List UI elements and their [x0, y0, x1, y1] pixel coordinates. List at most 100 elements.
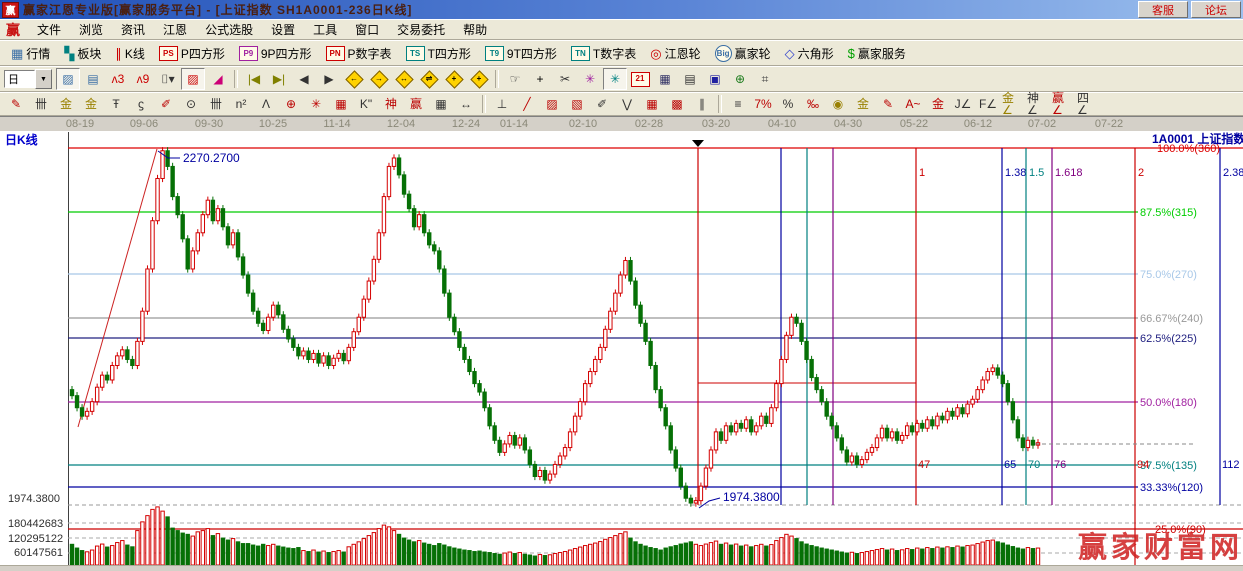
pen2-tool[interactable]: ✐: [154, 93, 178, 115]
info-button[interactable]: ▤: [81, 68, 105, 90]
pct-tool[interactable]: %: [776, 93, 800, 115]
web-grid-tool[interactable]: ▦: [329, 93, 353, 115]
winner-service-button[interactable]: $赢家服务: [843, 44, 911, 63]
menu-item-1[interactable]: 浏览: [70, 20, 112, 39]
menu-item-4[interactable]: 公式选股: [196, 20, 262, 39]
gann-wheel-button[interactable]: ◎江恩轮: [645, 44, 705, 63]
pen-box-tool[interactable]: ▨: [540, 93, 564, 115]
shrink-h-button[interactable]: ⇌: [417, 68, 441, 90]
wave-a-tool[interactable]: A~: [901, 93, 925, 115]
gold-red-tool[interactable]: 金: [926, 93, 950, 115]
cut-tool-button[interactable]: ✂: [553, 68, 577, 90]
p-table-button[interactable]: PNP数字表: [321, 44, 397, 63]
prev-button[interactable]: ◀: [292, 68, 316, 90]
expand-h-button[interactable]: ↔: [392, 68, 416, 90]
gold-circle-tool[interactable]: ◉: [826, 93, 850, 115]
menu-item-5[interactable]: 设置: [262, 20, 304, 39]
p-square-button[interactable]: PSP四方形: [154, 44, 230, 63]
star-web-tool[interactable]: ✳: [304, 93, 328, 115]
kline-button[interactable]: ∥K线: [110, 44, 150, 63]
spiral-tool[interactable]: ϛ: [129, 93, 153, 115]
kline-chart-svg[interactable]: 100.0%(360)87.5%(315)75.0%(270)66.67%(24…: [0, 132, 1243, 565]
menu-item-8[interactable]: 交易委托: [388, 20, 454, 39]
quotes-button[interactable]: ▦行情: [6, 44, 55, 63]
save-button[interactable]: ▣: [703, 68, 727, 90]
shen-tool[interactable]: 神: [379, 93, 403, 115]
four-angle-tool[interactable]: 四∠: [1076, 93, 1100, 115]
t-square-button[interactable]: TST四方形: [401, 44, 476, 63]
hand-tool-button[interactable]: ☞: [503, 68, 527, 90]
red-grid2-tool[interactable]: ▩: [665, 93, 689, 115]
plumb-tool[interactable]: ⊥: [490, 93, 514, 115]
color-chart-button[interactable]: ◢: [206, 68, 230, 90]
gold-section2-tool[interactable]: 金: [79, 93, 103, 115]
f-ruler-tool[interactable]: Ŧ: [104, 93, 128, 115]
f-angle-tool[interactable]: F∠: [976, 93, 1000, 115]
gann-clock-tool[interactable]: ⊙: [179, 93, 203, 115]
period-combo[interactable]: 日▼: [4, 69, 52, 89]
chart-window-button[interactable]: ▨: [56, 68, 80, 90]
circle-cross-tool[interactable]: ⊕: [279, 93, 303, 115]
9t-square-button[interactable]: T99T四方形: [480, 44, 562, 63]
crosshair-button[interactable]: +: [528, 68, 552, 90]
notes-button[interactable]: ▤: [678, 68, 702, 90]
k-mark-tool[interactable]: K": [354, 93, 378, 115]
comb2-tool[interactable]: 卌: [204, 93, 228, 115]
analysis-purple-button[interactable]: ✳: [578, 68, 602, 90]
j-angle-tool[interactable]: J∠: [951, 93, 975, 115]
9p-square-button[interactable]: P99P四方形: [234, 44, 317, 63]
pen-candle-tool[interactable]: ✎: [876, 93, 900, 115]
e-ruler-tool[interactable]: ≡: [726, 93, 750, 115]
customer-service-button[interactable]: 客服: [1138, 1, 1188, 18]
shrink-v-button[interactable]: +: [467, 68, 491, 90]
ruler-comb-tool[interactable]: 卌: [29, 93, 53, 115]
menu-item-6[interactable]: 工具: [304, 20, 346, 39]
menu-item-2[interactable]: 资讯: [112, 20, 154, 39]
calculator-button[interactable]: ▦: [653, 68, 677, 90]
last-page-button[interactable]: ▶|: [267, 68, 291, 90]
analysis-teal-button[interactable]: ✳: [603, 68, 627, 90]
gann-pen-tool[interactable]: ✎: [4, 93, 28, 115]
period-combo-arrow-icon[interactable]: ▼: [35, 69, 52, 89]
ying-angle-tool[interactable]: 赢∠: [1051, 93, 1075, 115]
network-button[interactable]: ⊕: [728, 68, 752, 90]
pencil-angle-tool[interactable]: ✐: [590, 93, 614, 115]
shen-angle-tool[interactable]: 神∠: [1026, 93, 1050, 115]
pattern-button[interactable]: ▨: [181, 68, 205, 90]
sectors-button[interactable]: ▚板块: [59, 44, 106, 63]
rays-tool[interactable]: ╱: [515, 93, 539, 115]
menu-item-3[interactable]: 江恩: [154, 20, 196, 39]
ying-tool[interactable]: 赢: [404, 93, 428, 115]
menu-item-0[interactable]: 文件: [28, 20, 70, 39]
menu-item-7[interactable]: 窗口: [346, 20, 388, 39]
candle-style-combo[interactable]: ⌷▾: [156, 68, 180, 90]
title-bar[interactable]: 赢 赢家江恩专业版[赢家服务平台] - [上证指数 SH1A0001-236日K…: [0, 0, 1243, 19]
winner-wheel-button[interactable]: Big赢家轮: [710, 44, 776, 63]
gold-section-tool[interactable]: 金: [54, 93, 78, 115]
calendar-button[interactable]: 21: [628, 68, 652, 90]
angle-tool[interactable]: Λ: [254, 93, 278, 115]
n-square-tool[interactable]: n²: [229, 93, 253, 115]
expand-v-button[interactable]: +: [442, 68, 466, 90]
v-wave-tool[interactable]: ⋁: [615, 93, 639, 115]
next-button[interactable]: ▶: [317, 68, 341, 90]
chart3-button[interactable]: ʌ3: [106, 68, 130, 90]
shift-left-button[interactable]: ←: [342, 68, 366, 90]
gold-angle-tool[interactable]: 金∠: [1001, 93, 1025, 115]
pct-line-tool[interactable]: ‰: [801, 93, 825, 115]
remote-button[interactable]: ⌗: [753, 68, 777, 90]
first-page-button[interactable]: |◀: [242, 68, 266, 90]
parallel-tool[interactable]: ∥: [690, 93, 714, 115]
forum-button[interactable]: 论坛: [1191, 1, 1241, 18]
box-rays-tool[interactable]: ▧: [565, 93, 589, 115]
width-tool[interactable]: ↔: [454, 93, 478, 115]
hexagon-button[interactable]: ◇六角形: [780, 44, 839, 63]
red-grid-tool[interactable]: ▦: [640, 93, 664, 115]
chart9-button[interactable]: ʌ9: [131, 68, 155, 90]
chart-area[interactable]: 100.0%(360)87.5%(315)75.0%(270)66.67%(24…: [0, 132, 1243, 565]
grid-123-tool[interactable]: ▦: [429, 93, 453, 115]
menu-item-9[interactable]: 帮助: [454, 20, 496, 39]
pct-ruler-tool[interactable]: 7%: [751, 93, 775, 115]
t-table-button[interactable]: TNT数字表: [566, 44, 641, 63]
shift-right-button[interactable]: →: [367, 68, 391, 90]
